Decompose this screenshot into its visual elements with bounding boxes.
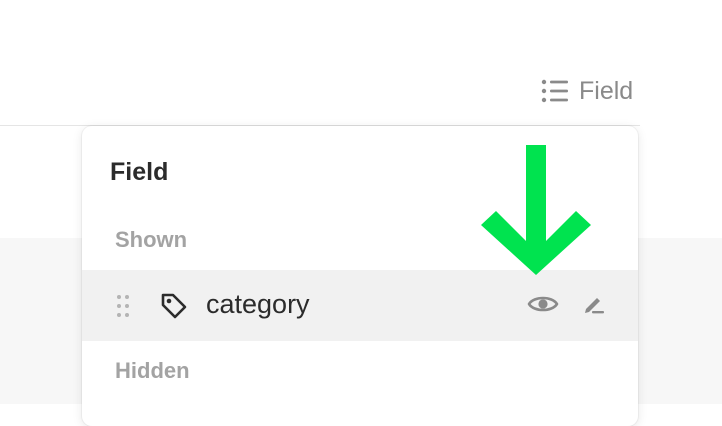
list-icon [541, 79, 569, 103]
field-settings-button[interactable]: Field [541, 74, 633, 108]
field-settings-panel: Field Shown category Hidden [82, 126, 638, 426]
field-settings-label: Field [579, 76, 634, 105]
field-name-label: category [206, 289, 310, 319]
pencil-icon [581, 292, 605, 321]
shown-section-label: Shown [115, 227, 188, 252]
panel-title: Field [110, 158, 169, 186]
field-row-category[interactable]: category [82, 270, 638, 341]
toggle-visibility-button[interactable] [526, 290, 560, 322]
drag-handle-icon[interactable] [116, 294, 130, 318]
hidden-section-label: Hidden [115, 358, 190, 383]
tag-icon [160, 292, 188, 320]
edit-field-button[interactable] [579, 291, 607, 321]
eye-icon [527, 293, 559, 320]
